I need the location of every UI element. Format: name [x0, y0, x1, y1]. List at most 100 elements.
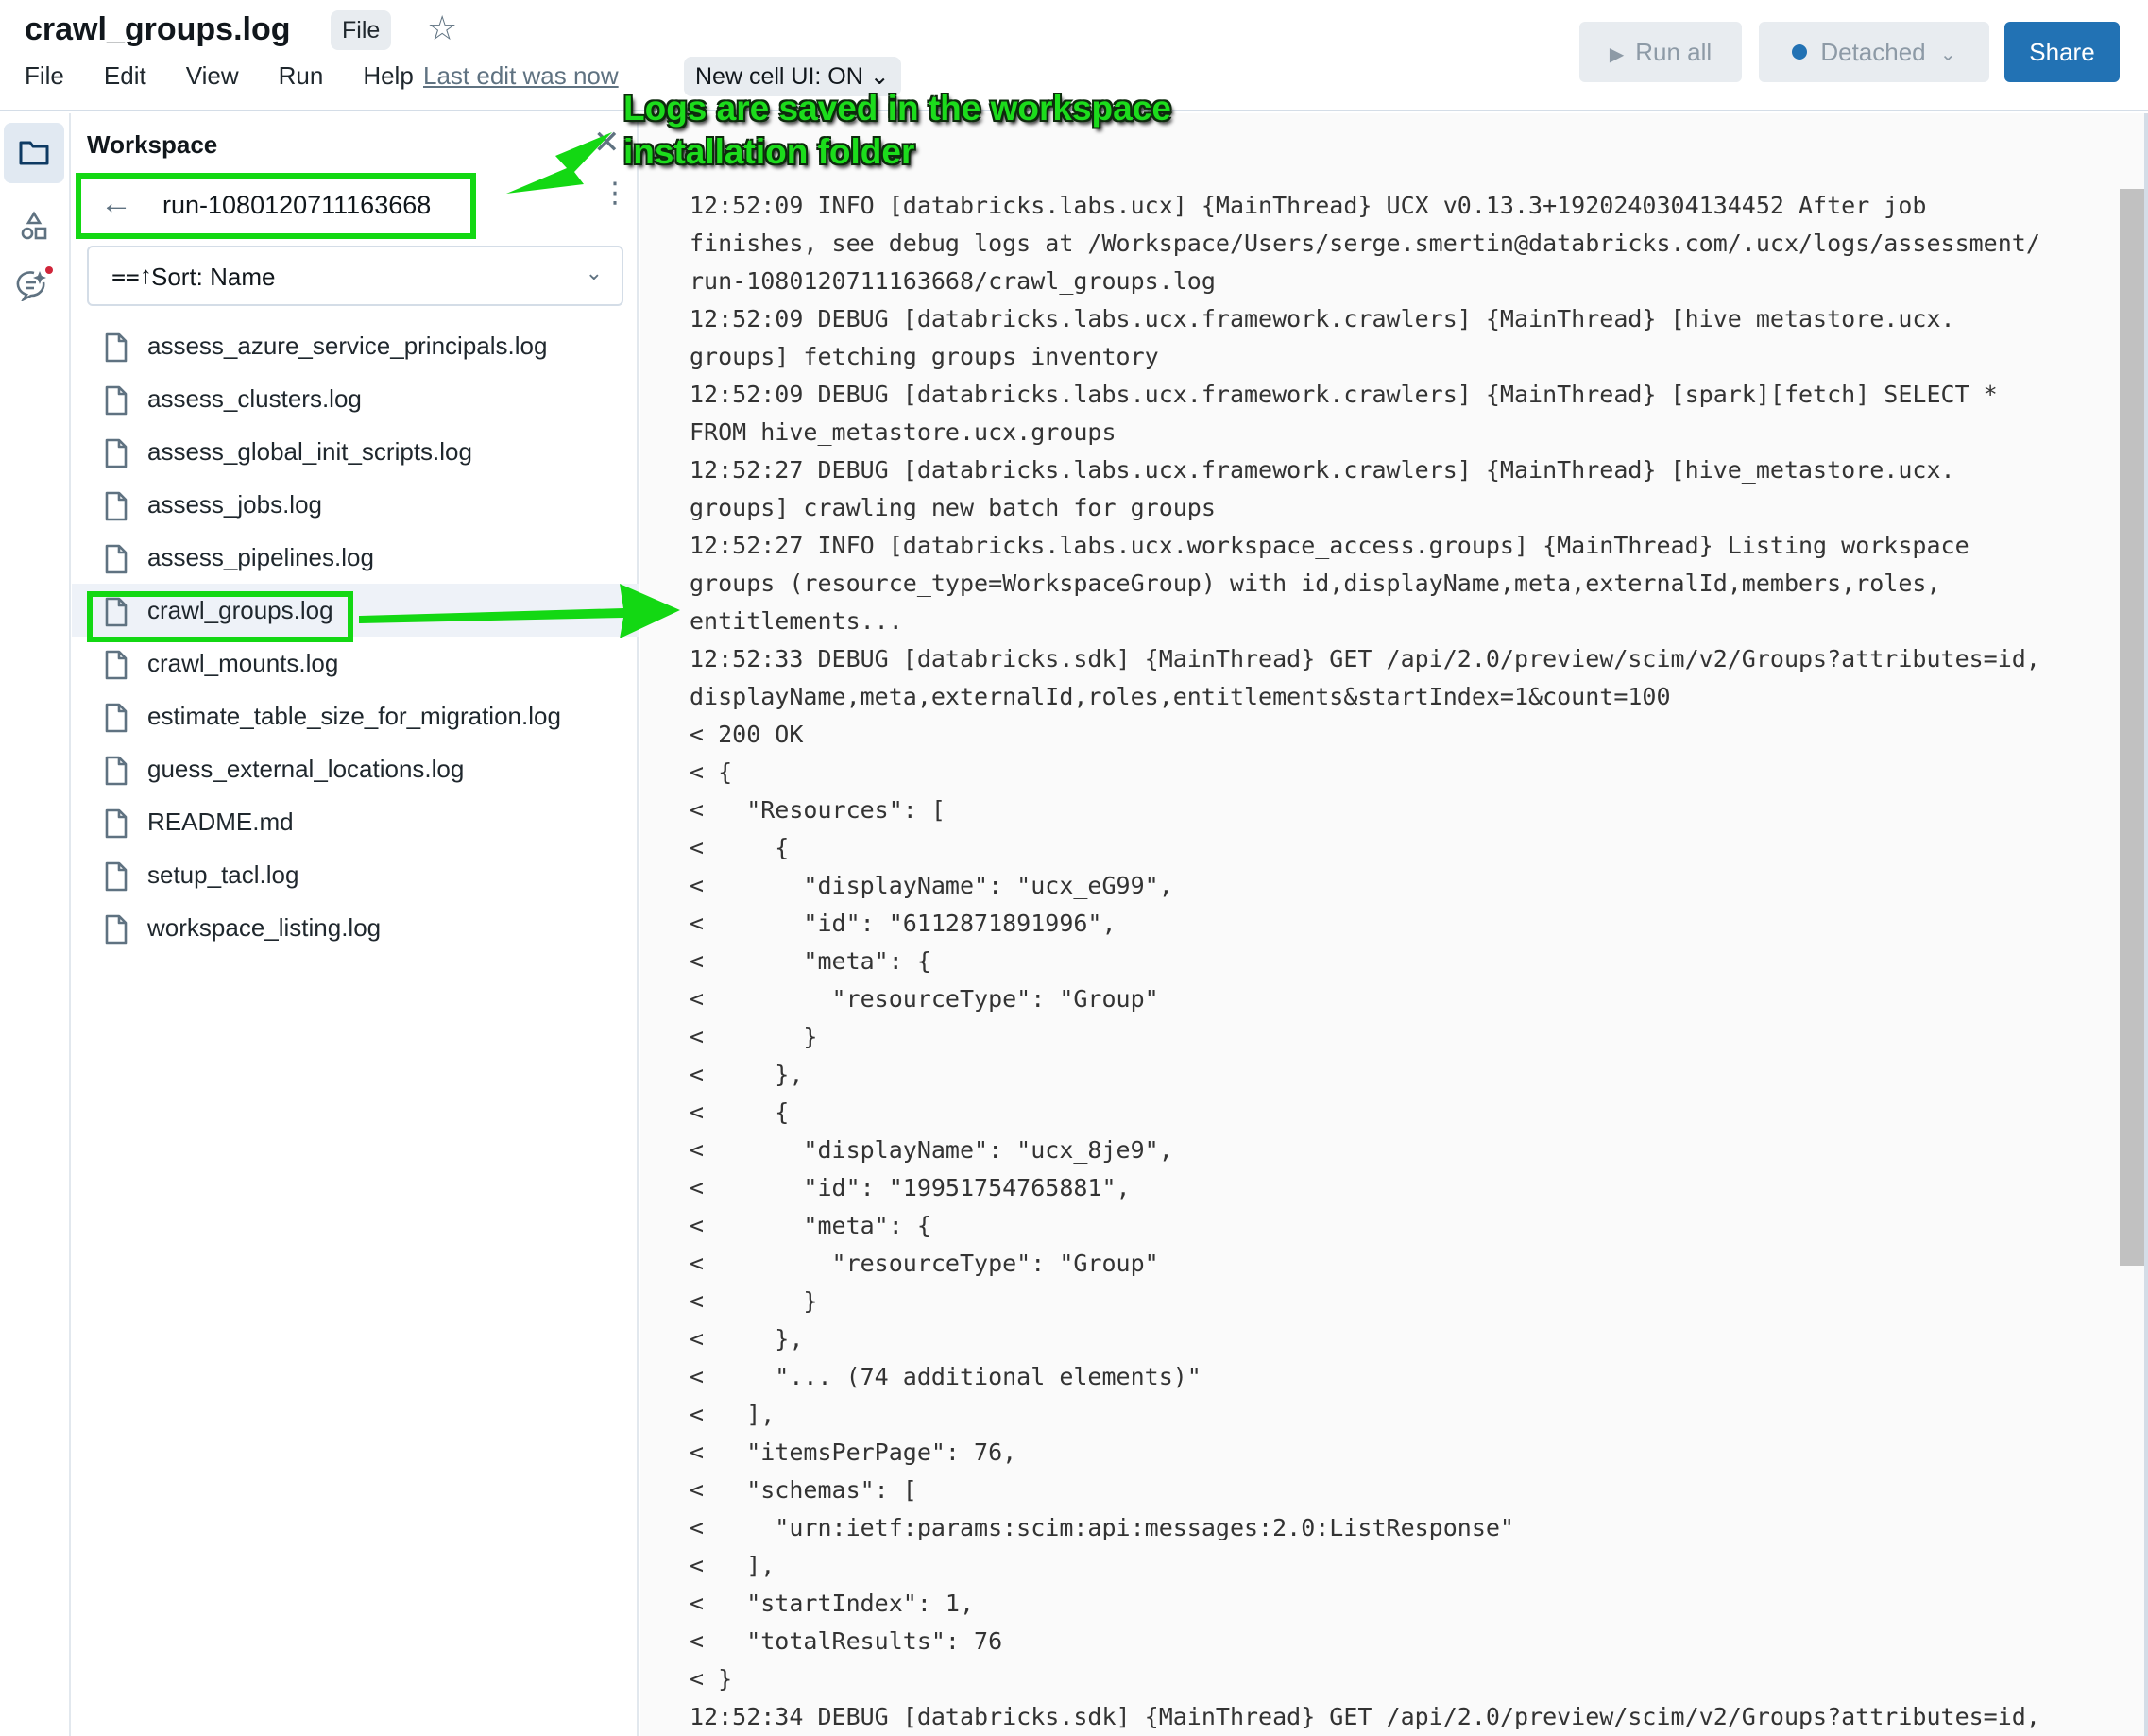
file-icon	[105, 650, 128, 680]
log-line: < 200 OK	[690, 721, 804, 748]
file-list-item[interactable]: assess_pipelines.log	[72, 531, 639, 584]
sort-label: Sort: Name	[151, 263, 276, 291]
log-line: groups (resource_type=WorkspaceGroup) wi…	[690, 570, 1941, 597]
more-options-icon[interactable]: ⋮	[601, 179, 629, 208]
file-icon	[105, 544, 128, 574]
log-line: < "resourceType": "Group"	[690, 985, 1159, 1013]
last-edit-link[interactable]: Last edit was now	[423, 59, 619, 93]
file-name: assess_jobs.log	[147, 490, 322, 519]
file-icon	[105, 861, 128, 892]
file-icon	[105, 332, 128, 363]
log-line: 12:52:34 DEBUG [databricks.sdk] {MainThr…	[690, 1703, 2040, 1730]
annotation-highlight-folder	[76, 173, 476, 239]
file-name: assess_global_init_scripts.log	[147, 437, 472, 466]
log-line: < "... (74 additional elements)"	[690, 1363, 1202, 1390]
annotation-callout: Logs are saved in the workspace installa…	[623, 87, 1171, 174]
annotation-line-2: installation folder	[623, 132, 915, 171]
log-line: displayName,meta,externalId,roles,entitl…	[690, 683, 1671, 710]
play-icon: ▶	[1609, 44, 1625, 65]
log-line: < "meta": {	[690, 947, 931, 975]
compute-selector-button[interactable]: Detached ⌄	[1759, 22, 1989, 82]
file-list-item[interactable]: guess_external_locations.log	[72, 742, 639, 795]
log-line: < }	[690, 1023, 818, 1050]
log-line: < "totalResults": 76	[690, 1627, 1003, 1655]
file-list-item[interactable]: assess_global_init_scripts.log	[72, 425, 639, 478]
log-line: < }	[690, 1665, 733, 1693]
menu-bar: File Edit View Run Help	[25, 59, 453, 93]
status-dot-icon	[1792, 44, 1808, 60]
log-line: 12:52:09 DEBUG [databricks.labs.ucx.fram…	[690, 381, 1998, 408]
file-list-item[interactable]: setup_tacl.log	[72, 848, 639, 901]
file-type-badge: File	[331, 10, 392, 50]
log-line: 12:52:27 INFO [databricks.labs.ucx.works…	[690, 532, 1969, 559]
icon-rail	[0, 113, 71, 1736]
menu-file[interactable]: File	[25, 59, 64, 93]
chevron-down-icon: ⌄	[585, 261, 603, 284]
share-button[interactable]: Share	[2004, 22, 2120, 82]
file-name: assess_azure_service_principals.log	[147, 332, 548, 360]
compute-status-label: Detached	[1820, 38, 1926, 66]
file-icon	[105, 385, 128, 416]
log-viewer[interactable]: 12:52:09 INFO [databricks.labs.ucx] {Mai…	[640, 113, 2148, 1736]
log-line: < "startIndex": 1,	[690, 1590, 975, 1617]
folder-icon	[19, 141, 49, 165]
file-name: guess_external_locations.log	[147, 755, 465, 783]
log-line: entitlements...	[690, 607, 903, 635]
log-content: 12:52:09 INFO [databricks.labs.ucx] {Mai…	[690, 187, 2097, 1736]
log-line: groups] crawling new batch for groups	[690, 494, 1216, 521]
file-list-item[interactable]: crawl_mounts.log	[72, 637, 639, 689]
assistant-chat-icon	[16, 266, 53, 301]
file-name: assess_pipelines.log	[147, 543, 374, 571]
log-line: < "id": "19951754765881",	[690, 1174, 1131, 1201]
log-line: < ],	[690, 1552, 776, 1579]
workspace-sidebar: Workspace ✕ ← run-1080120711163668 ⋮ ⩵↑ …	[72, 113, 639, 1736]
file-icon	[105, 491, 128, 521]
sort-dropdown[interactable]: ⩵↑ Sort: Name ⌄	[87, 246, 623, 306]
log-line: < {	[690, 758, 733, 786]
file-list-item[interactable]: assess_clusters.log	[72, 372, 639, 425]
log-line: 12:52:33 DEBUG [databricks.sdk] {MainThr…	[690, 645, 2040, 672]
catalog-button[interactable]	[4, 196, 64, 257]
menu-run[interactable]: Run	[279, 59, 324, 93]
file-icon	[105, 756, 128, 786]
file-list-item[interactable]: assess_jobs.log	[72, 478, 639, 531]
star-icon[interactable]: ☆	[427, 8, 457, 49]
log-line: < "id": "6112871891996",	[690, 910, 1117, 937]
chevron-down-icon: ⌄	[1939, 44, 1956, 65]
file-title[interactable]: crawl_groups.log	[25, 11, 291, 48]
menu-view[interactable]: View	[186, 59, 239, 93]
file-icon	[105, 808, 128, 839]
file-list-item[interactable]: README.md	[72, 795, 639, 848]
log-line: < "itemsPerPage": 76,	[690, 1438, 1017, 1466]
log-line: < },	[690, 1061, 804, 1088]
workspace-folder-button[interactable]	[4, 123, 64, 183]
log-line: FROM hive_metastore.ucx.groups	[690, 418, 1117, 446]
file-name: estimate_table_size_for_migration.log	[147, 702, 561, 730]
file-name: workspace_listing.log	[147, 913, 382, 942]
log-line: 12:52:09 DEBUG [databricks.labs.ucx.fram…	[690, 305, 1955, 332]
assistant-button[interactable]	[4, 253, 64, 314]
log-line: < "displayName": "ucx_eG99",	[690, 872, 1173, 899]
log-line: run-1080120711163668/crawl_groups.log	[690, 267, 1216, 295]
sidebar-title: Workspace	[87, 130, 218, 159]
file-list-item[interactable]: assess_azure_service_principals.log	[72, 319, 639, 372]
log-line: < }	[690, 1287, 818, 1315]
log-line: 12:52:09 INFO [databricks.labs.ucx] {Mai…	[690, 192, 1927, 219]
log-line: < },	[690, 1325, 804, 1353]
vertical-scrollbar-thumb[interactable]	[2120, 189, 2146, 1266]
log-line: < "displayName": "ucx_8je9",	[690, 1136, 1173, 1164]
log-line: groups] fetching groups inventory	[690, 343, 1159, 370]
file-list-item[interactable]: workspace_listing.log	[72, 901, 639, 954]
run-all-button[interactable]: ▶ Run all	[1579, 22, 1742, 82]
file-name: assess_clusters.log	[147, 384, 362, 413]
menu-edit[interactable]: Edit	[104, 59, 146, 93]
shapes-icon	[21, 211, 47, 240]
log-line: < {	[690, 834, 790, 861]
annotation-highlight-file	[87, 591, 353, 642]
log-line: < {	[690, 1098, 790, 1126]
log-line: < "resourceType": "Group"	[690, 1250, 1159, 1277]
close-sidebar-icon[interactable]: ✕	[593, 127, 621, 159]
menu-help[interactable]: Help	[363, 59, 413, 93]
file-list-item[interactable]: estimate_table_size_for_migration.log	[72, 689, 639, 742]
pane-edge	[2144, 113, 2148, 1736]
